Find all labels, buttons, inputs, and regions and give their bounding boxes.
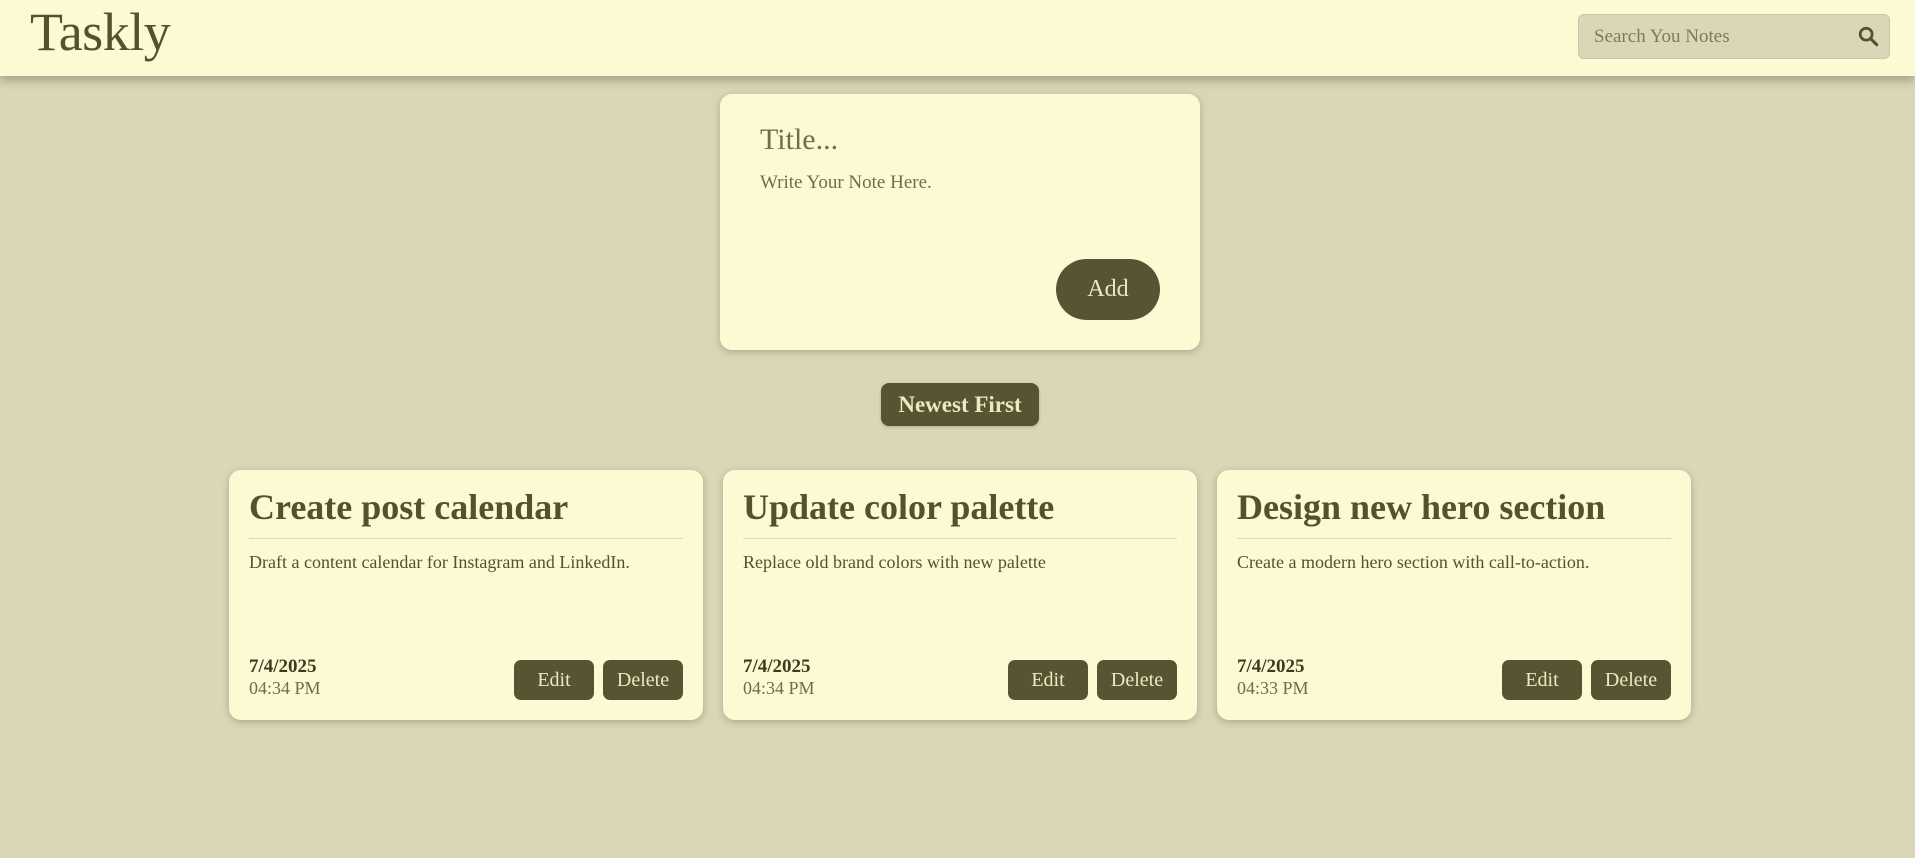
note-title: Create post calendar <box>249 487 569 527</box>
note-date: 7/4/2025 <box>1237 656 1305 677</box>
note-card: Update color palette Replace old brand c… <box>723 470 1197 720</box>
delete-note-button[interactable]: Delete <box>1591 660 1671 700</box>
note-card: Create post calendar Draft a content cal… <box>229 470 703 720</box>
app-header: Taskly <box>0 0 1915 76</box>
note-time: 04:34 PM <box>743 678 815 698</box>
note-divider <box>249 538 683 539</box>
app-logo[interactable]: Taskly <box>30 2 171 62</box>
add-note-button[interactable]: Add <box>1056 259 1160 320</box>
delete-note-button[interactable]: Delete <box>1097 660 1177 700</box>
note-time: 04:34 PM <box>249 678 321 698</box>
note-divider <box>1237 538 1671 539</box>
search-input[interactable] <box>1579 15 1849 58</box>
search-icon[interactable] <box>1857 25 1879 47</box>
note-body: Draft a content calendar for Instagram a… <box>249 552 630 572</box>
note-composer: Add <box>720 94 1200 350</box>
note-date: 7/4/2025 <box>249 656 317 677</box>
note-title-input[interactable] <box>760 118 1160 162</box>
delete-note-button[interactable]: Delete <box>603 660 683 700</box>
edit-note-button[interactable]: Edit <box>514 660 594 700</box>
note-title: Update color palette <box>743 487 1055 527</box>
note-body: Create a modern hero section with call-t… <box>1237 552 1590 572</box>
note-divider <box>743 538 1177 539</box>
note-body: Replace old brand colors with new palett… <box>743 552 1046 572</box>
sort-newest-first-button[interactable]: Newest First <box>881 383 1039 426</box>
search-box[interactable] <box>1578 14 1890 59</box>
edit-note-button[interactable]: Edit <box>1008 660 1088 700</box>
note-date: 7/4/2025 <box>743 656 811 677</box>
note-title: Design new hero section <box>1237 487 1606 527</box>
edit-note-button[interactable]: Edit <box>1502 660 1582 700</box>
note-body-input[interactable] <box>760 172 1160 262</box>
note-card: Design new hero section Create a modern … <box>1217 470 1691 720</box>
note-time: 04:33 PM <box>1237 678 1309 698</box>
